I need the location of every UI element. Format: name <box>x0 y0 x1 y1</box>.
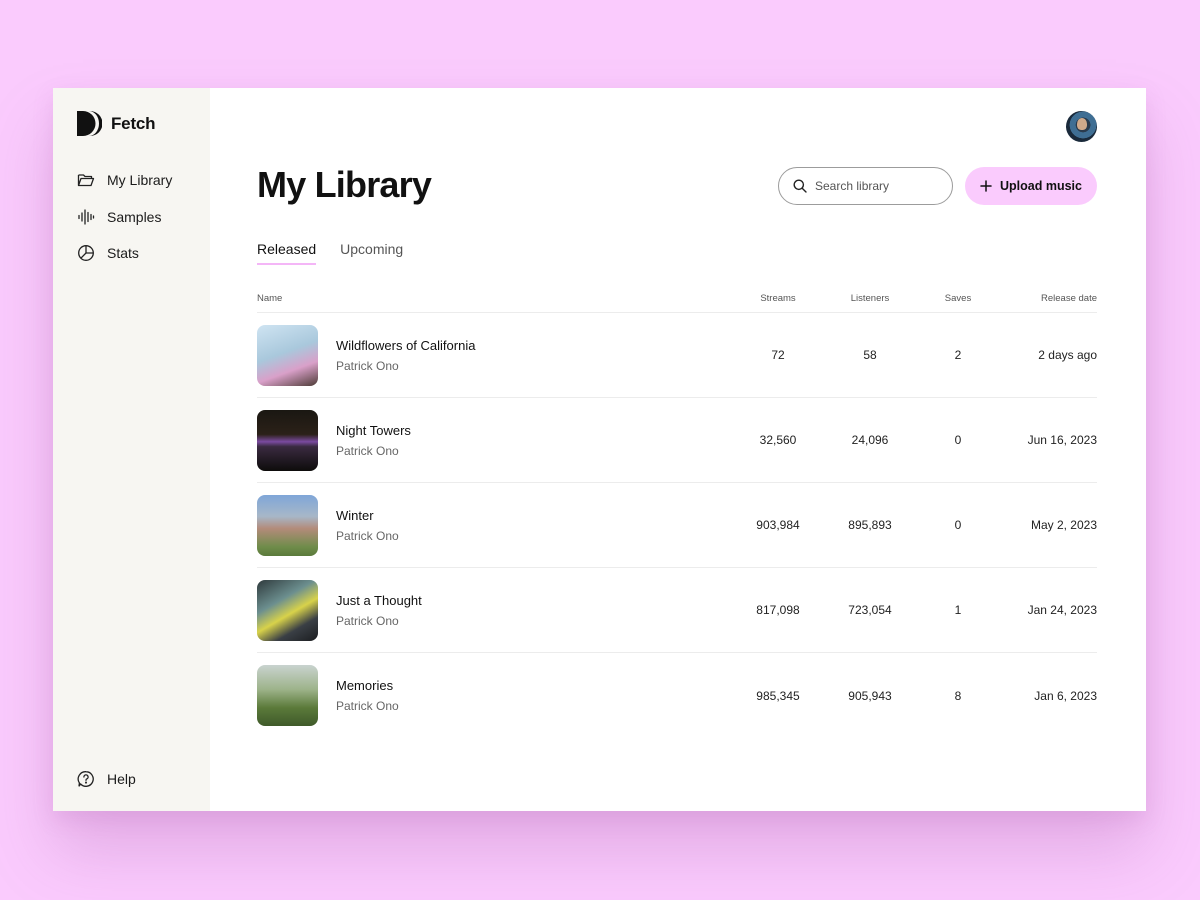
table-row[interactable]: Night Towers Patrick Ono 32,560 24,096 0… <box>257 398 1097 483</box>
fetch-logo-icon <box>77 111 102 136</box>
listeners-value: 723,054 <box>848 603 892 617</box>
pie-chart-icon <box>78 245 94 261</box>
listeners-value: 24,096 <box>851 433 889 447</box>
column-header-listeners[interactable]: Listeners <box>830 293 910 304</box>
avatar[interactable] <box>1066 111 1097 142</box>
sidebar-item-label: My Library <box>107 172 173 188</box>
upload-music-label: Upload music <box>1000 179 1082 193</box>
track-title: Just a Thought <box>336 592 422 608</box>
column-header-release-date[interactable]: Release date <box>1002 293 1097 304</box>
sidebar-item-samples[interactable]: Samples <box>77 207 210 227</box>
track-cell: Memories Patrick Ono <box>257 665 738 726</box>
sidebar-item-stats[interactable]: Stats <box>77 243 210 263</box>
search-input[interactable] <box>815 179 935 193</box>
track-artist: Patrick Ono <box>336 528 399 543</box>
waveform-icon <box>78 208 95 225</box>
table-row[interactable]: Winter Patrick Ono 903,984 895,893 0 May… <box>257 483 1097 568</box>
track-cell: Just a Thought Patrick Ono <box>257 579 738 641</box>
track-artist: Patrick Ono <box>336 443 399 458</box>
album-art <box>257 409 318 471</box>
column-header-streams[interactable]: Streams <box>738 293 818 304</box>
tab-upcoming[interactable]: Upcoming <box>340 241 403 265</box>
tab-bar: Released Upcoming <box>257 241 403 265</box>
listeners-value: 895,893 <box>848 518 892 532</box>
tab-released[interactable]: Released <box>257 241 317 265</box>
listeners-value: 58 <box>863 348 877 362</box>
upload-music-button[interactable]: Upload music <box>965 167 1097 205</box>
saves-value: 2 <box>954 348 962 362</box>
album-art <box>257 324 318 386</box>
release-date-value: 2 days ago <box>1038 348 1097 362</box>
track-artist: Patrick Ono <box>336 358 399 373</box>
release-date-value: Jun 16, 2023 <box>1027 433 1097 447</box>
track-artist: Patrick Ono <box>336 613 399 628</box>
sidebar: Fetch My Library Samples Stats Help <box>53 88 210 811</box>
album-art <box>257 579 318 641</box>
page-title: My Library <box>257 164 432 205</box>
plus-icon <box>980 180 992 192</box>
saves-value: 1 <box>954 603 962 617</box>
column-header-saves[interactable]: Saves <box>914 293 1002 304</box>
release-date-value: May 2, 2023 <box>1030 518 1097 532</box>
table-header: Name Streams Listeners Saves Release dat… <box>257 291 1097 313</box>
help-label: Help <box>107 771 136 787</box>
streams-value: 903,984 <box>756 518 800 532</box>
search-box[interactable] <box>778 167 953 205</box>
help-icon <box>77 771 94 787</box>
table-row[interactable]: Memories Patrick Ono 985,345 905,943 8 J… <box>257 653 1097 738</box>
track-cell: Night Towers Patrick Ono <box>257 409 738 471</box>
saves-value: 8 <box>954 688 962 703</box>
track-artist: Patrick Ono <box>336 699 399 713</box>
app-window: Fetch My Library Samples Stats Help My L… <box>53 88 1146 811</box>
track-cell: Wildflowers of California Patrick Ono <box>257 324 738 386</box>
brand[interactable]: Fetch <box>77 111 210 136</box>
listeners-value: 905,943 <box>848 688 892 703</box>
track-title: Winter <box>336 507 374 523</box>
album-art <box>257 494 318 556</box>
sidebar-item-label: Samples <box>107 208 162 225</box>
saves-value: 0 <box>954 518 962 532</box>
track-title: Memories <box>336 678 394 693</box>
album-art <box>257 665 318 726</box>
sidebar-item-my-library[interactable]: My Library <box>77 170 210 190</box>
track-title: Wildflowers of California <box>336 337 476 353</box>
track-cell: Winter Patrick Ono <box>257 494 738 556</box>
saves-value: 0 <box>954 433 962 447</box>
streams-value: 985,345 <box>756 688 800 703</box>
folder-icon <box>77 174 95 187</box>
column-header-name[interactable]: Name <box>257 293 738 304</box>
search-icon <box>793 179 807 193</box>
library-table: Name Streams Listeners Saves Release dat… <box>257 291 1097 738</box>
main-content: My Library Upload music Released Upcomin… <box>210 88 1146 811</box>
sidebar-item-label: Stats <box>107 245 139 261</box>
help-link[interactable]: Help <box>77 770 136 788</box>
table-row[interactable]: Just a Thought Patrick Ono 817,098 723,0… <box>257 568 1097 653</box>
streams-value: 32,560 <box>759 433 797 447</box>
release-date-value: Jan 6, 2023 <box>1034 688 1097 703</box>
brand-name: Fetch <box>111 113 156 133</box>
streams-value: 817,098 <box>756 603 800 617</box>
release-date-value: Jan 24, 2023 <box>1027 603 1097 617</box>
table-row[interactable]: Wildflowers of California Patrick Ono 72… <box>257 313 1097 398</box>
streams-value: 72 <box>771 348 785 362</box>
track-title: Night Towers <box>336 422 411 438</box>
